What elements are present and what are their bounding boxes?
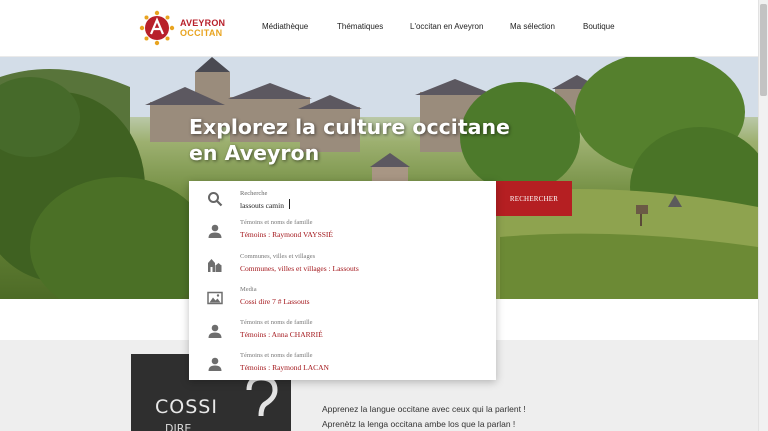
- suggestion-item[interactable]: Témoins et noms de famille Témoins : Ray…: [189, 347, 496, 381]
- suggestion-value: Témoins : Anna CHARRIÉ: [240, 330, 323, 339]
- page: AVEYRON OCCITAN Médiathèque Thématiques …: [0, 0, 768, 431]
- nav-item-occitan-en-aveyron[interactable]: L'occitan en Aveyron: [410, 22, 510, 31]
- chalkboard-text: COSSI: [155, 396, 218, 418]
- hero-title-line-1: Explorez la culture occitane: [189, 115, 510, 139]
- site-logo[interactable]: AVEYRON OCCITAN: [139, 8, 229, 48]
- site-header: AVEYRON OCCITAN Médiathèque Thématiques …: [0, 0, 758, 57]
- tagline-french: Apprenez la langue occitane avec ceux qu…: [322, 404, 526, 414]
- search-button[interactable]: RECHERCHER: [496, 181, 572, 216]
- image-icon: [207, 291, 223, 305]
- page-scrollbar[interactable]: [758, 0, 768, 431]
- suggestion-category: Communes, villes et villages: [240, 253, 316, 260]
- logo-line-2: OCCITAN: [180, 28, 223, 38]
- chalkboard-text-2: DIRE: [165, 422, 192, 431]
- suggestion-value: Communes, villes et villages : Lassouts: [240, 264, 359, 273]
- suggestion-value: Témoins : Raymond VAYSSIÉ: [240, 230, 333, 239]
- suggestion-item[interactable]: Media Cossi dire 7 # Lassouts: [189, 281, 496, 315]
- occitan-cross-logo-icon: [139, 10, 175, 46]
- tagline-occitan: Aprenètz la lenga occitana ambe los que …: [322, 419, 516, 429]
- logo-wordmark: AVEYRON OCCITAN: [180, 18, 225, 38]
- main-nav: Médiathèque Thématiques L'occitan en Ave…: [262, 22, 615, 31]
- suggestion-item[interactable]: Communes, villes et villages Communes, v…: [189, 248, 496, 282]
- nav-item-mediatheque[interactable]: Médiathèque: [262, 22, 337, 31]
- search-input[interactable]: [240, 199, 480, 211]
- question-mark-icon: [246, 376, 278, 417]
- suggestion-item[interactable]: Témoins et noms de famille Témoins : Ray…: [189, 214, 496, 248]
- scrollbar-thumb[interactable]: [760, 4, 767, 96]
- person-icon: [208, 224, 222, 238]
- logo-line-1: AVEYRON: [180, 18, 226, 28]
- suggestion-category: Media: [240, 286, 257, 293]
- suggestion-value: Cossi dire 7 # Lassouts: [240, 297, 310, 306]
- nav-item-boutique[interactable]: Boutique: [583, 22, 615, 31]
- search-autocomplete: Recherche Témoins et noms de famille Tém…: [189, 181, 496, 380]
- suggestion-item[interactable]: Témoins et noms de famille Témoins : Ann…: [189, 314, 496, 348]
- hero-title-line-2: en Aveyron: [189, 141, 320, 165]
- text-caret: [289, 199, 290, 209]
- suggestion-category: Témoins et noms de famille: [240, 219, 313, 226]
- search-input-label: Recherche: [240, 190, 268, 197]
- nav-item-thematiques[interactable]: Thématiques: [337, 22, 410, 31]
- person-icon: [208, 324, 222, 338]
- nav-item-ma-selection[interactable]: Ma sélection: [510, 22, 583, 31]
- suggestion-category: Témoins et noms de famille: [240, 319, 313, 326]
- suggestion-category: Témoins et noms de famille: [240, 352, 313, 359]
- village-icon: [208, 259, 222, 272]
- search-field[interactable]: Recherche: [189, 181, 496, 215]
- suggestion-value: Témoins : Raymond LACAN: [240, 363, 329, 372]
- hero-title: Explorez la culture occitane en Aveyron: [189, 114, 510, 166]
- search-icon: [208, 192, 223, 207]
- person-icon: [208, 357, 222, 371]
